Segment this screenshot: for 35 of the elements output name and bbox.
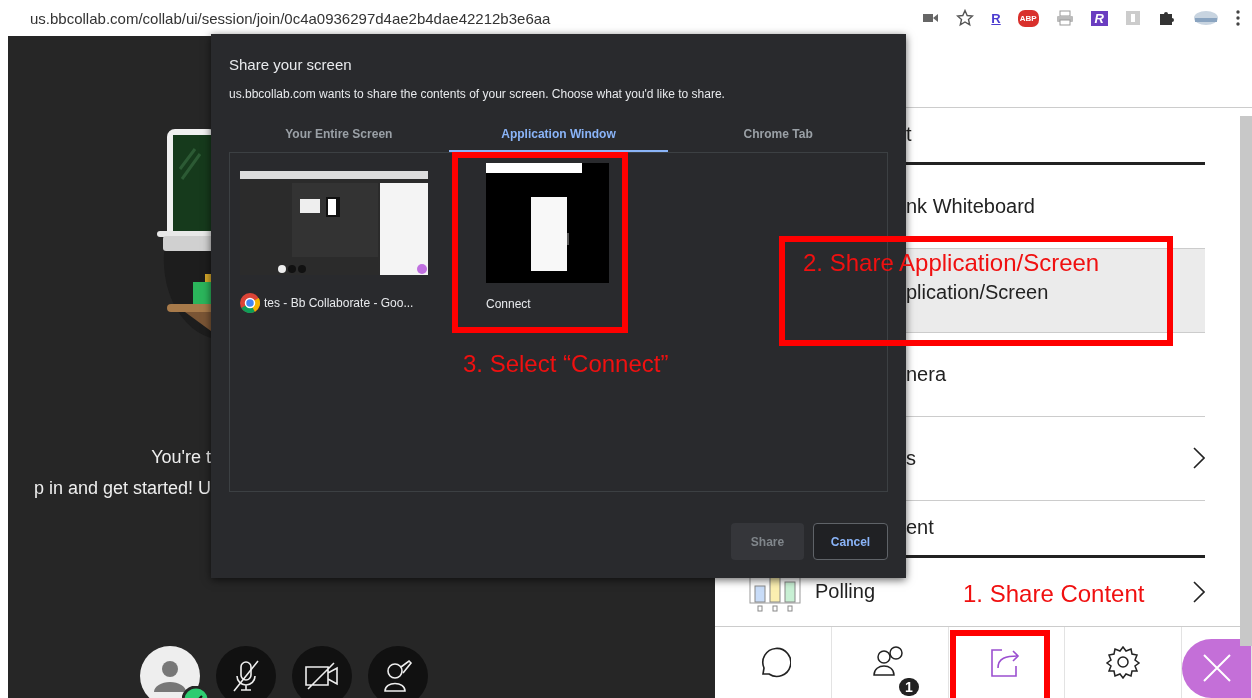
- annotation-text: 1. Share Content: [963, 580, 1145, 608]
- camera-off-icon: [304, 661, 340, 691]
- puzzle-icon[interactable]: [1158, 9, 1176, 27]
- avatar[interactable]: [140, 646, 200, 698]
- source-option[interactable]: tes - Bb Collaborate - Goo...: [240, 163, 428, 313]
- welcome-text: You're t: [151, 447, 211, 468]
- close-icon: [1201, 653, 1232, 684]
- settings-icon: [1105, 644, 1142, 681]
- chrome-icon: [240, 293, 260, 313]
- dialog-title: Share your screen: [229, 56, 353, 73]
- raised-hand-icon: [381, 659, 415, 693]
- source-label: tes - Bb Collaborate - Goo...: [264, 296, 414, 310]
- extension-button[interactable]: R: [991, 10, 1001, 26]
- scrollbar[interactable]: [1240, 116, 1252, 646]
- url-text[interactable]: us.bbcollab.com/collab/ui/session/join/0c4a0936297d4ae2b4dae42212b3e6aa: [30, 9, 551, 27]
- close-button[interactable]: [1182, 638, 1252, 698]
- star-icon[interactable]: [956, 9, 975, 27]
- camera-off-button[interactable]: [292, 646, 352, 698]
- dialog-description: us.bbcollab.com wants to share the contents of your screen. Choose what you'd like to share.: [229, 87, 726, 101]
- source-tab[interactable]: Your Entire Screen: [229, 119, 449, 152]
- microphone-off-icon: [230, 659, 262, 693]
- source-tab[interactable]: Application Window: [448, 119, 669, 152]
- annotation-text: 3. Select “Connect”: [463, 350, 669, 378]
- menu-icon[interactable]: [1236, 10, 1240, 26]
- extension-button[interactable]: R: [1090, 10, 1108, 26]
- source-label: Connect: [486, 297, 531, 311]
- adblock-button[interactable]: ABP: [1017, 9, 1039, 27]
- profile-icon[interactable]: [1193, 9, 1219, 27]
- cancel-button[interactable]: Cancel: [813, 523, 888, 560]
- welcome-text: p in and get started! U: [33, 478, 211, 499]
- microphone-off-button[interactable]: [216, 646, 276, 698]
- count-badge: 1: [898, 678, 919, 696]
- raise-hand-button[interactable]: [368, 646, 428, 698]
- source-option[interactable]: Connect: [466, 163, 629, 311]
- camera-icon[interactable]: [923, 12, 940, 24]
